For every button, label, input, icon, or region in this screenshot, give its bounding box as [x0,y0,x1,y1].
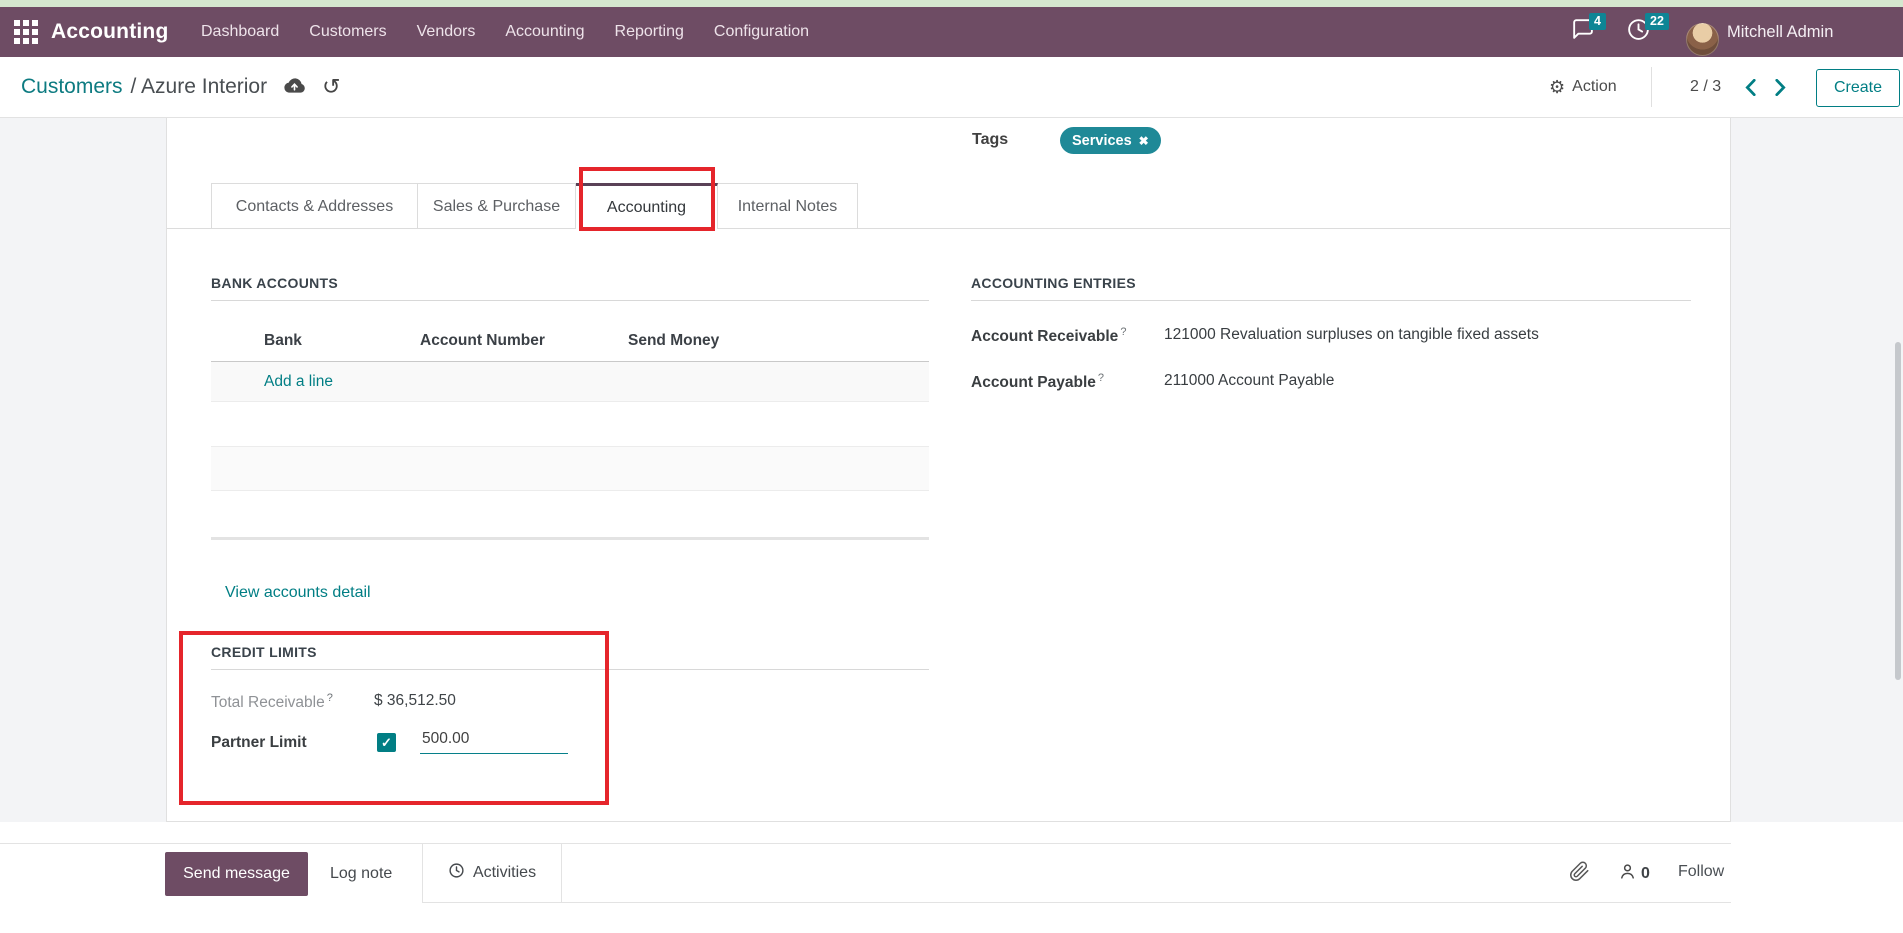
action-label: Action [1572,78,1616,96]
tag-services-label: Services [1072,133,1132,149]
activities-systray-button[interactable]: 22 [1626,7,1651,57]
tag-remove-icon[interactable]: ✖ [1139,135,1149,147]
control-bar: Customers / Azure Interior ↺ ⚙ Action 2 … [0,57,1903,118]
activities-label: Activities [473,864,536,882]
bank-table-add-row: Add a line [211,362,929,402]
vertical-scrollbar-thumb[interactable] [1895,342,1901,680]
main-navbar: Accounting Dashboard Customers Vendors A… [0,7,1903,57]
log-note-button[interactable]: Log note [330,852,392,896]
followers-button[interactable]: 0 [1618,862,1650,886]
follower-person-icon [1618,862,1637,886]
record-pager: 2 / 3 [1690,57,1721,117]
user-menu[interactable]: Mitchell Admin [1727,7,1833,57]
action-menu-button[interactable]: ⚙ Action [1549,57,1617,117]
bank-accounts-section-title: BANK ACCOUNTS [211,275,929,301]
create-button[interactable]: Create [1816,69,1900,107]
follow-button[interactable]: Follow [1678,852,1724,892]
tab-internal-notes[interactable]: Internal Notes [718,183,858,229]
attach-files-button[interactable] [1569,860,1590,888]
pager-previous-icon[interactable] [1744,79,1757,96]
menu-dashboard[interactable]: Dashboard [186,7,294,57]
bank-table-empty-row [211,402,929,447]
messages-count-badge: 4 [1589,13,1606,30]
bank-accounts-table: Bank Account Number Send Money Add a lin… [211,321,929,540]
help-question-icon: ? [1120,326,1126,338]
total-receivable-label: Total Receivable [211,694,325,711]
accounting-entries-section-title: ACCOUNTING ENTRIES [971,275,1691,301]
account-receivable-value[interactable]: 121000 Revaluation surpluses on tangible… [1164,326,1539,344]
partner-limit-input[interactable] [420,728,568,754]
notebook-tabs: Contacts & Addresses Sales & Purchase Ac… [211,183,858,229]
total-receivable-row: Total Receivable? $ 36,512.50 [211,692,333,712]
app-title[interactable]: Accounting [51,20,169,44]
navbar-menus: Dashboard Customers Vendors Accounting R… [186,7,824,57]
menu-vendors[interactable]: Vendors [402,7,491,57]
menu-configuration[interactable]: Configuration [699,7,824,57]
bank-table-empty-row [211,447,929,491]
account-payable-value[interactable]: 211000 Account Payable [1164,372,1334,390]
sheet-right-margin [1731,118,1903,822]
column-send-money: Send Money [628,332,929,350]
messages-systray-button[interactable]: 4 [1570,7,1595,57]
send-message-button[interactable]: Send message [165,852,308,896]
activity-clock-icon [448,862,465,884]
breadcrumb-customers-link[interactable]: Customers [21,75,123,99]
tab-accounting[interactable]: Accounting [576,183,718,229]
menu-accounting[interactable]: Accounting [490,7,599,57]
schedule-activity-button[interactable]: Activities [422,844,562,903]
account-receivable-row: Account Receivable? 121000 Revaluation s… [971,326,1126,346]
form-sheet: Tags Services ✖ Contacts & Addresses Sal… [166,118,1731,822]
view-accounts-detail-link[interactable]: View accounts detail [225,584,371,602]
help-question-icon: ? [1098,372,1104,384]
apps-grid-icon[interactable] [14,20,38,44]
column-bank: Bank [211,332,420,350]
pager-next-icon[interactable] [1774,79,1787,96]
tab-contacts-addresses[interactable]: Contacts & Addresses [212,183,418,229]
app-window: Accounting Dashboard Customers Vendors A… [0,0,1903,933]
followers-count: 0 [1641,865,1650,883]
account-receivable-label: Account Receivable [971,328,1118,345]
bank-table-empty-row [211,491,929,537]
breadcrumb: Customers / Azure Interior ↺ [21,57,341,117]
breadcrumb-current-record: / Azure Interior [131,75,268,99]
activities-count-badge: 22 [1645,13,1669,30]
partner-limit-label: Partner Limit [211,734,307,751]
tag-services[interactable]: Services ✖ [1060,127,1161,154]
tags-field-label: Tags [972,131,1008,149]
bank-table-header: Bank Account Number Send Money [211,321,929,362]
check-icon: ✓ [381,735,392,751]
credit-limits-section-title: CREDIT LIMITS [211,644,929,670]
partner-limit-checkbox[interactable]: ✓ [377,733,396,752]
user-avatar[interactable] [1686,23,1719,56]
discard-undo-icon[interactable]: ↺ [322,77,340,97]
gear-icon: ⚙ [1549,77,1565,98]
save-cloud-icon[interactable] [283,75,306,100]
partner-limit-row: Partner Limit [211,734,307,752]
account-payable-row: Account Payable? 211000 Account Payable [971,372,1104,392]
controlbar-separator [1651,67,1652,107]
account-payable-label: Account Payable [971,374,1096,391]
column-account-number: Account Number [420,332,628,350]
chatter-top-border [0,843,1731,844]
tab-sales-purchase[interactable]: Sales & Purchase [418,183,576,229]
add-a-line-link[interactable]: Add a line [211,373,333,391]
total-receivable-value: $ 36,512.50 [374,692,456,710]
menu-reporting[interactable]: Reporting [600,7,699,57]
navbar-brand: Accounting [0,20,169,44]
help-question-icon: ? [327,692,333,704]
menu-customers[interactable]: Customers [294,7,401,57]
top-strip [0,0,1903,7]
chatter-bottom-border [562,902,1731,903]
sheet-left-margin [0,118,166,822]
